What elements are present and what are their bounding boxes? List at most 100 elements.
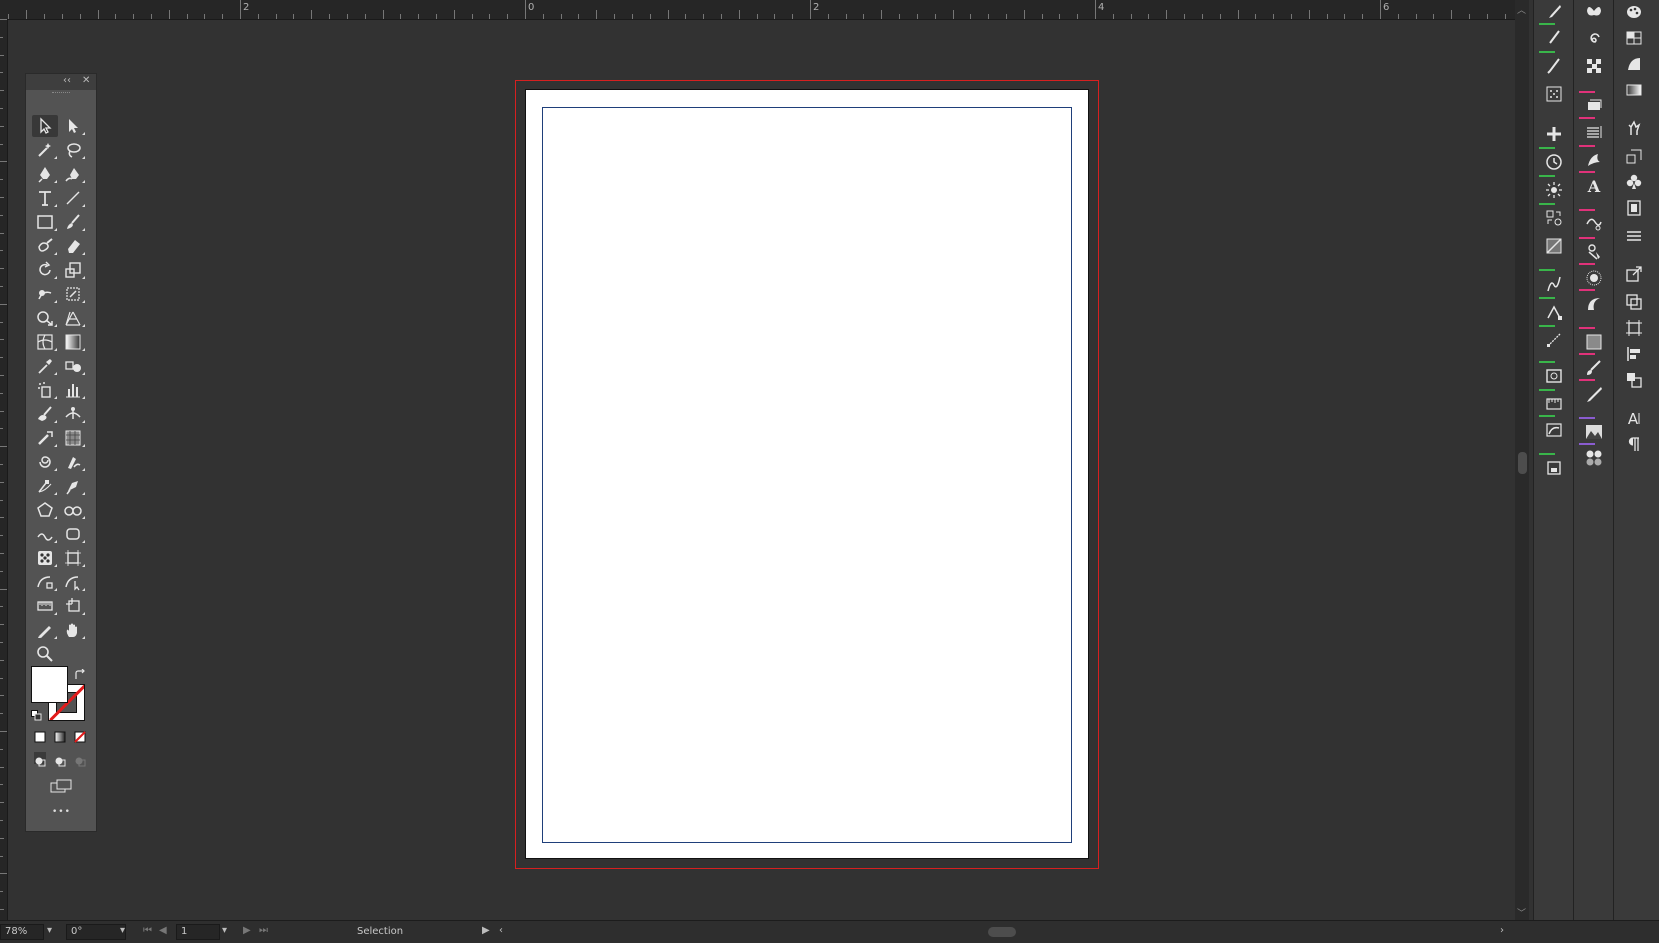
previous-artboard-icon[interactable]: ◀ — [159, 925, 167, 936]
clock-icon[interactable] — [1541, 150, 1567, 174]
paint-brush-alt-tool[interactable] — [32, 427, 58, 449]
none-mode-button[interactable] — [74, 728, 86, 743]
stroke-curve-icon[interactable] — [1541, 272, 1567, 296]
blob-brush-tool[interactable] — [32, 403, 58, 425]
export-icon[interactable] — [1621, 262, 1647, 286]
draw-behind-icon[interactable] — [54, 752, 66, 767]
next-artboard-icon[interactable]: ▶ — [243, 925, 251, 936]
perspective-grid-tool[interactable] — [60, 307, 86, 329]
eyedropper-tool[interactable] — [32, 355, 58, 377]
color-palette-icon[interactable] — [1621, 0, 1647, 24]
spiral-icon[interactable] — [1581, 28, 1607, 52]
graphic-style-icon[interactable] — [1541, 418, 1567, 442]
butterfly-icon[interactable] — [1581, 0, 1607, 24]
mesh-gradient-icon[interactable] — [1581, 330, 1607, 354]
blend-tool[interactable] — [60, 355, 86, 377]
angle-anchor-icon[interactable] — [1541, 300, 1567, 324]
polygon-tool[interactable] — [32, 499, 58, 521]
measure-tool[interactable] — [32, 595, 58, 617]
artboard-tool[interactable] — [60, 547, 86, 569]
stroke-panel-icon[interactable] — [1621, 196, 1647, 220]
gradient-panel-icon[interactable] — [1621, 78, 1647, 102]
status-menu-arrow[interactable]: ▶ — [482, 925, 490, 936]
feather-brush-icon[interactable] — [1581, 356, 1607, 380]
more-tools-button[interactable]: ••• — [52, 807, 71, 817]
vertical-scroll-thumb[interactable] — [1518, 452, 1527, 474]
scroll-left-arrow[interactable]: ‹ — [499, 925, 503, 936]
line-segment-tool[interactable] — [60, 187, 86, 209]
selection-tool[interactable] — [32, 115, 58, 137]
type-tool[interactable] — [32, 187, 58, 209]
warp-curve-icon[interactable] — [1581, 212, 1607, 236]
club-symbols-icon[interactable] — [1621, 170, 1647, 194]
puppet-hand-icon[interactable] — [1621, 116, 1647, 140]
gradient-mesh-alt-tool[interactable] — [60, 427, 86, 449]
hand-tool[interactable] — [60, 619, 86, 641]
landscape-icon[interactable] — [1581, 420, 1607, 444]
vertical-ruler[interactable] — [0, 19, 8, 920]
artboard-number-field[interactable]: 1 — [176, 924, 220, 940]
mesh-tool[interactable] — [32, 331, 58, 353]
rounded-rectangle-tool[interactable] — [60, 523, 86, 545]
artboard-dropdown-icon[interactable]: ▾ — [222, 925, 227, 936]
knife-tool[interactable] — [60, 499, 86, 521]
tools-panel-header[interactable]: ‹‹ ✕ — [26, 74, 96, 90]
horizontal-ruler[interactable]: 642024681012 — [0, 0, 1515, 20]
pencil-tool[interactable] — [32, 619, 58, 641]
draw-normal-icon[interactable] — [34, 752, 46, 767]
zoom-level-field[interactable]: 78% — [0, 924, 44, 940]
scroll-right-arrow[interactable]: › — [1500, 925, 1504, 936]
zoom-tool[interactable] — [32, 643, 58, 665]
ruler-grid-icon[interactable] — [1541, 392, 1567, 416]
symbol-grid-icon[interactable] — [1541, 364, 1567, 388]
magic-wand-tool[interactable] — [32, 139, 58, 161]
puppet-warp-tool[interactable] — [60, 475, 86, 497]
first-artboard-icon[interactable]: ⏮ — [143, 925, 152, 936]
direct-selection-tool[interactable] — [60, 115, 86, 137]
scroll-down-arrow[interactable]: ﹀ — [1517, 906, 1526, 919]
vertical-scrollbar[interactable]: ︿ ﹀ — [1515, 0, 1529, 920]
printer-icon[interactable] — [1541, 456, 1567, 480]
last-artboard-icon[interactable]: ⏭ — [259, 925, 268, 936]
slice-tool[interactable] — [60, 595, 86, 617]
horizontal-scroll-thumb[interactable] — [988, 927, 1016, 937]
anchor-tool[interactable] — [32, 475, 58, 497]
calligraphic-brush-icon[interactable] — [1541, 26, 1567, 50]
transform-icon[interactable] — [1541, 206, 1567, 230]
live-paint-tool[interactable] — [32, 547, 58, 569]
text-lines-icon[interactable] — [1581, 120, 1607, 144]
scroll-up-arrow[interactable]: ︿ — [1517, 3, 1526, 16]
column-graph-tool[interactable] — [60, 379, 86, 401]
align-panel-icon[interactable] — [1621, 342, 1647, 366]
puppet-icon[interactable] — [1581, 240, 1607, 264]
four-circles-icon[interactable] — [1581, 446, 1607, 470]
collapse-panel-button[interactable]: ‹‹ — [63, 75, 71, 86]
shaper-tool[interactable] — [32, 235, 58, 257]
checker-icon[interactable] — [1581, 54, 1607, 78]
fill-color-swatch[interactable] — [31, 666, 68, 703]
splash-icon[interactable] — [1581, 148, 1607, 172]
warp-tool[interactable] — [32, 283, 58, 305]
brush-definition-icon[interactable] — [1541, 0, 1567, 24]
brushes-icon[interactable] — [1621, 52, 1647, 76]
gradient-mode-button[interactable] — [54, 728, 66, 743]
pathfinder-icon[interactable] — [1621, 290, 1647, 314]
crescent-icon[interactable] — [1581, 292, 1607, 316]
rotate-tool[interactable] — [32, 259, 58, 281]
sun-icon[interactable] — [1541, 178, 1567, 202]
path-edit-icon[interactable] — [1541, 328, 1567, 352]
texture-icon[interactable] — [1581, 266, 1607, 290]
pen-brush-icon[interactable] — [1581, 382, 1607, 406]
paragraph-panel-icon[interactable] — [1621, 432, 1647, 456]
slice-select-tool[interactable] — [60, 571, 86, 593]
character-panel-icon[interactable]: A — [1621, 406, 1647, 430]
color-mode-button[interactable] — [34, 728, 46, 743]
eraser-tool[interactable] — [60, 235, 86, 257]
paintbrush-tool[interactable] — [60, 211, 86, 233]
default-fill-stroke-icon[interactable] — [31, 706, 42, 721]
pen-tool[interactable] — [32, 163, 58, 185]
artboards-panel-icon[interactable] — [1621, 316, 1647, 340]
image-trace-icon[interactable] — [1541, 234, 1567, 258]
gradient-tool[interactable] — [60, 331, 86, 353]
path-eraser-tool[interactable] — [32, 523, 58, 545]
